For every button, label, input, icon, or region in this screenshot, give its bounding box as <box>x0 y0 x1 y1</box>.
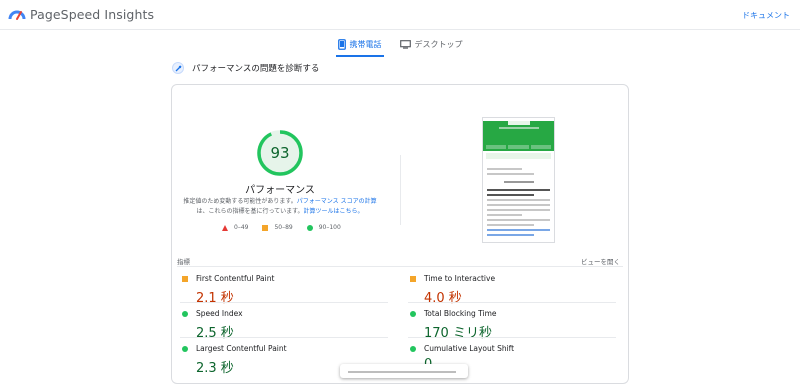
score-calculation-link[interactable]: パフォーマンス スコアの計算 <box>297 198 377 205</box>
calculator-link[interactable]: 計算ツールはこちら。 <box>304 208 364 215</box>
thumbnail-banner <box>486 153 551 159</box>
metric-value: 2.5 秒 <box>196 326 234 341</box>
metric-value: 170 ミリ秒 <box>424 326 492 341</box>
pagespeed-logo-icon <box>8 10 26 20</box>
tab-mobile[interactable]: 携帯電話 <box>335 31 384 57</box>
thumbnail-header <box>483 121 554 143</box>
metric-divider <box>180 302 388 303</box>
score-note: 推定値のため変動する可能性があります。パフォーマンス スコアの計算 は、これらの… <box>180 197 380 217</box>
metric-divider <box>408 337 616 338</box>
metrics-label: 指標 <box>177 258 190 266</box>
circle-icon <box>306 224 313 231</box>
desktop-monitor-icon <box>399 39 411 49</box>
note-middle: は、これらの指標を基に行っています。 <box>196 208 304 215</box>
triangle-icon <box>222 224 228 231</box>
legend-good-range: 90–100 <box>318 224 341 231</box>
expand-view-toggle[interactable]: ビューを開く <box>581 256 620 266</box>
metric-name: Speed Index <box>196 309 243 318</box>
top-bar: PageSpeed Insights ドキュメント <box>0 0 800 30</box>
good-indicator-icon <box>410 345 416 352</box>
metric-name: Total Blocking Time <box>424 309 497 318</box>
app-logo[interactable]: PageSpeed Insights <box>8 6 154 22</box>
mobile-phone-icon <box>337 38 346 50</box>
diagnose-icon <box>172 62 184 74</box>
page-screenshot-thumbnail <box>482 117 555 243</box>
performance-score: 93 <box>270 144 290 162</box>
section-title: パフォーマンスの問題を診断する <box>192 64 320 74</box>
thumbnail-body <box>483 161 554 242</box>
diagnose-section-heading: パフォーマンスの問題を診断する <box>172 62 319 74</box>
legend-poor: 0–49 <box>222 224 248 231</box>
good-indicator-icon <box>182 345 188 352</box>
legend-poor-range: 0–49 <box>234 224 249 231</box>
metric-name: Time to Interactive <box>424 274 496 283</box>
metric-name: First Contentful Paint <box>196 274 275 283</box>
average-indicator-icon <box>410 275 416 282</box>
legend-average: 50–89 <box>262 224 293 231</box>
performance-card: 93 パフォーマンス 推定値のため変動する可能性があります。パフォーマンス スコ… <box>171 84 629 384</box>
metric-value: 4.0 秒 <box>424 291 462 306</box>
performance-label: パフォーマンス <box>245 185 315 196</box>
documentation-link[interactable]: ドキュメント <box>742 10 790 21</box>
metrics-divider <box>177 266 623 267</box>
score-legend: 0–49 50–89 90–100 <box>222 224 341 231</box>
legend-good: 90–100 <box>306 224 341 231</box>
device-tabs: 携帯電話 デスクトップ <box>0 31 800 57</box>
good-indicator-icon <box>182 310 188 317</box>
tab-desktop[interactable]: デスクトップ <box>398 31 465 57</box>
square-icon <box>262 224 269 231</box>
good-indicator-icon <box>410 310 416 317</box>
note-prefix: 推定値のため変動する可能性があります。 <box>183 198 297 205</box>
metric-name: Largest Contentful Paint <box>196 344 287 353</box>
average-indicator-icon <box>182 275 188 282</box>
metric-divider <box>180 337 388 338</box>
tab-desktop-label: デスクトップ <box>414 39 463 49</box>
thumbnail-nav <box>483 143 554 151</box>
app-title: PageSpeed Insights <box>30 6 155 22</box>
metric-value: 2.1 秒 <box>196 291 234 306</box>
legend-average-range: 50–89 <box>274 224 293 231</box>
score-gauge: 93 <box>255 128 305 178</box>
vertical-divider <box>400 155 401 225</box>
metric-name: Cumulative Layout Shift <box>424 344 515 353</box>
metric-divider <box>408 302 616 303</box>
tab-mobile-label: 携帯電話 <box>349 39 382 49</box>
